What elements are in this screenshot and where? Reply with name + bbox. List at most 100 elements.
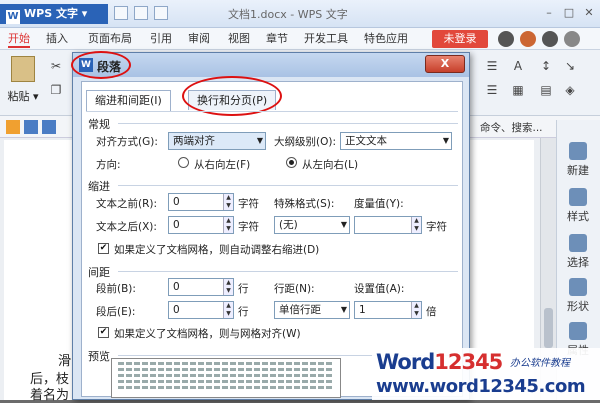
- maximize-icon[interactable]: □: [560, 4, 578, 22]
- font-size-icon[interactable]: A: [510, 58, 526, 74]
- tab-indent-spacing[interactable]: 缩进和间距(I): [86, 90, 171, 111]
- fill-color-icon[interactable]: ◈: [562, 82, 578, 98]
- preview-box: [111, 358, 341, 398]
- properties-icon: [569, 322, 587, 340]
- space-after-input[interactable]: 0 ▲ ▼: [168, 301, 234, 319]
- measure-unit[interactable]: 字符: [426, 219, 447, 234]
- app-menu-button[interactable]: W WPS 文字 ▾: [0, 4, 108, 24]
- panel-shapes[interactable]: 形状: [560, 278, 596, 314]
- dialog-close-button[interactable]: X: [425, 55, 465, 73]
- line-spacing-select[interactable]: 单倍行距 ▼: [274, 301, 350, 319]
- paste-button[interactable]: 粘贴 ▾: [4, 56, 42, 110]
- grid-align-checkbox[interactable]: ✔: [98, 327, 109, 338]
- spinner-icon[interactable]: ▲ ▼: [223, 279, 233, 295]
- table-icon[interactable]: ▦: [510, 82, 526, 98]
- spinner-icon[interactable]: ▲ ▼: [223, 194, 233, 210]
- panel-new[interactable]: 新建: [560, 142, 596, 178]
- shading-icon[interactable]: ▤: [538, 82, 554, 98]
- help-icon[interactable]: [542, 31, 558, 47]
- section-general: 常规: [88, 118, 110, 131]
- panel-styles-label: 样式: [567, 210, 589, 223]
- annotation-circle-title: [71, 51, 131, 79]
- measure-input[interactable]: ▲ ▼: [354, 216, 422, 234]
- watermark-brand-b: 12345: [434, 350, 503, 374]
- close-icon[interactable]: ✕: [580, 4, 598, 22]
- preview-line: [118, 374, 334, 377]
- spacing-rule: [118, 271, 458, 272]
- spinner-icon[interactable]: ▲ ▼: [411, 302, 421, 318]
- cut-icon[interactable]: ✂: [48, 58, 64, 74]
- section-indent: 缩进: [88, 180, 110, 193]
- ltr-radio[interactable]: [286, 157, 297, 168]
- indent-before-label: 文本之前(R):: [96, 198, 158, 210]
- copy-icon[interactable]: ❐: [48, 82, 64, 98]
- paste-label: 粘贴: [7, 90, 30, 103]
- section-preview: 预览: [88, 350, 110, 363]
- menu-view[interactable]: 视图: [228, 30, 250, 48]
- special-format-label: 特殊格式(S):: [274, 198, 335, 210]
- tab-divider: [86, 111, 458, 112]
- save-doc-icon[interactable]: [42, 120, 56, 134]
- auto-adjust-checkbox[interactable]: ✔: [98, 243, 109, 254]
- chevron-down-icon: ▼: [256, 136, 263, 145]
- indent-after-input[interactable]: 0 ▲ ▼: [168, 216, 234, 234]
- watermark: Word12345 办公软件教程 www.word12345.com: [372, 348, 600, 400]
- gift-icon[interactable]: [520, 31, 536, 47]
- panel-styles[interactable]: 样式: [560, 188, 596, 224]
- print-quick-icon[interactable]: [134, 6, 148, 20]
- menu-references[interactable]: 引用: [150, 30, 172, 48]
- space-after-value: 0: [173, 304, 180, 316]
- open-doc-icon[interactable]: [24, 120, 38, 134]
- menu-insert[interactable]: 插入: [46, 30, 68, 48]
- scroll-thumb[interactable]: [544, 308, 553, 348]
- app-name: WPS 文字: [24, 7, 78, 20]
- spinner-icon[interactable]: ▲ ▼: [223, 217, 233, 233]
- special-format-value: (无): [279, 219, 298, 231]
- space-before-unit[interactable]: 行: [238, 281, 249, 296]
- menu-chapter[interactable]: 章节: [266, 30, 288, 48]
- preview-line: [118, 368, 334, 371]
- indent-after-unit[interactable]: 字符: [238, 219, 259, 234]
- setting-value-input[interactable]: 1 ▲ ▼: [354, 301, 422, 319]
- sort-icon[interactable]: ↕: [538, 58, 554, 74]
- wps-logo-icon: W: [6, 10, 20, 24]
- panel-select-label: 选择: [567, 256, 589, 269]
- space-before-label: 段前(B):: [96, 283, 136, 295]
- spinner-icon[interactable]: ▲ ▼: [411, 217, 421, 233]
- bullets-icon[interactable]: ☰: [484, 58, 500, 74]
- dialog-title-bar[interactable]: [73, 53, 469, 77]
- special-format-select[interactable]: (无) ▼: [274, 216, 350, 234]
- menu-home[interactable]: 开始: [8, 30, 30, 48]
- collapse-icon[interactable]: [564, 31, 580, 47]
- rtl-radio[interactable]: [178, 157, 189, 168]
- minimize-icon[interactable]: –: [540, 4, 558, 22]
- spinner-icon[interactable]: ▲ ▼: [223, 302, 233, 318]
- space-before-value: 0: [173, 281, 180, 293]
- indent-before-input[interactable]: 0 ▲ ▼: [168, 193, 234, 211]
- outline-level-select[interactable]: 正文文本 ▼: [340, 132, 452, 150]
- general-rule: [118, 123, 458, 124]
- space-after-unit[interactable]: 行: [238, 304, 249, 319]
- annotation-circle-tab: [182, 76, 282, 116]
- login-button[interactable]: 未登录: [432, 30, 488, 48]
- skin-icon[interactable]: [498, 31, 514, 47]
- styles-icon: [569, 188, 587, 206]
- menu-developer[interactable]: 开发工具: [304, 30, 348, 48]
- new-doc-icon[interactable]: [6, 120, 20, 134]
- panel-select[interactable]: 选择: [560, 234, 596, 270]
- indent-before-unit[interactable]: 字符: [238, 196, 259, 211]
- menu-review[interactable]: 审阅: [188, 30, 210, 48]
- space-before-input[interactable]: 0 ▲ ▼: [168, 278, 234, 296]
- undo-quick-icon[interactable]: [154, 6, 168, 20]
- expand-icon[interactable]: ↘: [562, 58, 578, 74]
- command-search[interactable]: 命令、搜索...: [480, 120, 543, 135]
- menu-page-layout[interactable]: 页面布局: [88, 30, 132, 48]
- alignment-label: 对齐方式(G):: [96, 136, 158, 148]
- select-icon: [569, 234, 587, 252]
- list-icon[interactable]: ☰: [484, 82, 500, 98]
- menu-special[interactable]: 特色应用: [364, 30, 408, 48]
- indent-after-value: 0: [173, 219, 180, 231]
- save-quick-icon[interactable]: [114, 6, 128, 20]
- alignment-select[interactable]: 两端对齐 ▼: [168, 132, 266, 150]
- new-icon: [569, 142, 587, 160]
